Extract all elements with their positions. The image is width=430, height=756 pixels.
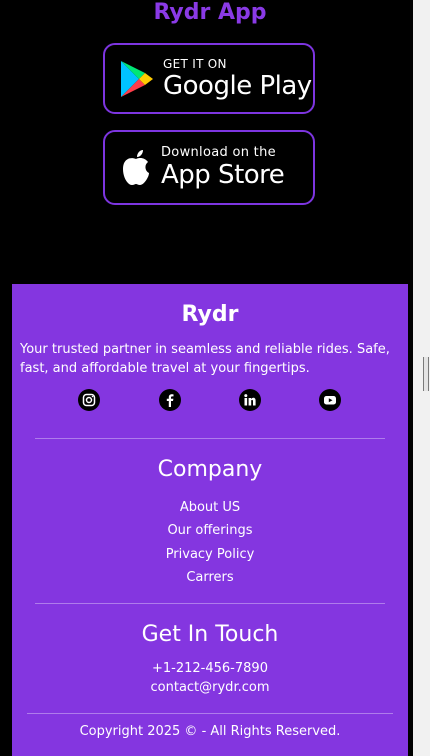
app-title: Rydr App	[153, 0, 267, 25]
app-store-big-text: App Store	[161, 159, 285, 190]
footer-description: Your trusted partner in seamless and rel…	[20, 342, 390, 376]
google-play-icon	[119, 59, 155, 99]
app-store-button[interactable]: Download on the App Store	[103, 130, 315, 205]
footer-divider	[27, 713, 393, 714]
company-heading: Company	[157, 457, 263, 482]
linkedin-icon[interactable]	[239, 389, 261, 411]
app-store-small-text: Download on the	[161, 144, 276, 160]
footer-divider	[35, 603, 385, 604]
link-careers[interactable]: Carrers	[12, 569, 408, 587]
footer-brand: Rydr	[181, 302, 239, 327]
google-play-big-text: Google Play	[163, 70, 312, 101]
facebook-icon[interactable]	[159, 389, 181, 411]
google-play-button[interactable]: GET IT ON Google Play	[103, 43, 315, 114]
contact-email[interactable]: contact@rydr.com	[12, 679, 408, 697]
scrollbar-thumb[interactable]	[423, 357, 429, 391]
youtube-icon[interactable]	[319, 389, 341, 411]
contact-heading: Get In Touch	[141, 622, 279, 647]
link-about-us[interactable]: About US	[12, 499, 408, 517]
link-privacy-policy[interactable]: Privacy Policy	[12, 546, 408, 564]
google-play-small-text: GET IT ON	[163, 56, 227, 71]
instagram-icon[interactable]	[78, 389, 100, 411]
contact-phone[interactable]: +1-212-456-7890	[12, 660, 408, 678]
link-our-offerings[interactable]: Our offerings	[12, 522, 408, 540]
copyright-text: Copyright 2025 © - All Rights Reserved.	[79, 724, 341, 739]
footer-divider	[35, 438, 385, 439]
apple-icon	[119, 149, 153, 187]
